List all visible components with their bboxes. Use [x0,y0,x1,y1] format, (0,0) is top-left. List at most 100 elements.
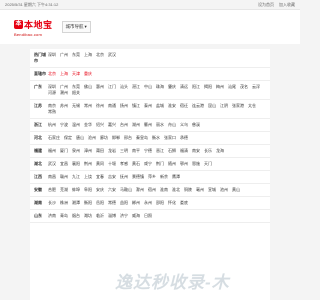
city-link[interactable]: 保定 [64,135,72,141]
city-link[interactable]: 上海 [84,52,92,64]
city-link[interactable]: 恩施 [192,161,200,167]
city-link[interactable]: 宿迁 [180,103,188,109]
city-link[interactable]: 常熟 [48,109,56,115]
city-link[interactable]: 泰州 [144,103,152,109]
city-link[interactable]: 茂名 [240,84,248,90]
city-link[interactable]: 廊坊 [100,135,108,141]
city-link[interactable]: 北京 [48,71,56,77]
city-link[interactable]: 鄂州 [180,161,188,167]
city-link[interactable]: 沧州 [88,135,96,141]
city-link[interactable]: 娄底 [180,200,188,206]
city-link[interactable]: 烟台 [72,213,80,219]
city-link[interactable]: 泉州 [72,148,80,154]
set-homepage-link[interactable]: 设为首页 [258,0,274,9]
city-link[interactable]: 衢州 [144,122,152,128]
province-label[interactable]: 山东 [34,213,48,219]
city-link[interactable]: 福清 [180,148,188,154]
city-link[interactable]: 韶关 [72,90,80,96]
city-link[interactable]: 邵阳 [156,200,164,206]
city-link[interactable]: 鹰潭 [172,174,180,180]
city-link[interactable]: 上饶 [84,174,92,180]
city-link[interactable]: 天门 [204,161,212,167]
city-link[interactable]: 汕尾 [228,84,236,90]
province-label[interactable]: 广东 [34,84,48,96]
city-link[interactable]: 襄阳 [72,161,80,167]
logo[interactable]: 本 本地宝 Bendibao.com [14,18,53,37]
city-link[interactable]: 株洲 [60,200,68,206]
city-link[interactable]: 潍坊 [84,213,92,219]
city-link[interactable]: 吉安 [108,174,116,180]
city-link[interactable]: 昆山 [208,103,216,109]
city-link[interactable]: 邢台 [124,135,132,141]
city-link[interactable]: 台州 [120,122,128,128]
city-link[interactable]: 慈溪 [192,122,200,128]
city-link[interactable]: 六安 [108,187,116,193]
city-link[interactable]: 珠海 [156,84,164,90]
city-link[interactable]: 漳州 [84,148,92,154]
city-link[interactable]: 承德 [180,135,188,141]
city-link[interactable]: 广州 [60,52,68,64]
city-link[interactable]: 金华 [84,122,92,128]
city-link[interactable]: 湘潭 [72,200,80,206]
city-link[interactable]: 萍乡 [148,174,156,180]
province-label[interactable]: 河北 [34,135,48,141]
city-link[interactable]: 云浮 [252,84,260,90]
city-link[interactable]: 湛江 [132,84,140,90]
city-link[interactable]: 济南 [48,213,56,219]
city-link[interactable]: 厦门 [60,148,68,154]
city-link[interactable]: 义乌 [180,122,188,128]
city-link[interactable]: 杭州 [48,122,56,128]
city-link[interactable]: 岳阳 [96,200,104,206]
city-link[interactable]: 淮南 [160,187,168,193]
city-link[interactable]: 日照 [144,213,152,219]
city-link[interactable]: 常州 [84,103,92,109]
city-link[interactable]: 景德镇 [132,174,144,180]
city-link[interactable]: 宣城 [208,187,216,193]
city-link[interactable]: 绍兴 [96,122,104,128]
city-link[interactable]: 无锡 [72,103,80,109]
city-link[interactable]: 合肥 [48,187,56,193]
city-link[interactable]: 邯郸 [112,135,120,141]
city-link[interactable]: 肇庆 [168,84,176,90]
city-link[interactable]: 常德 [108,200,116,206]
city-link[interactable]: 赣州 [60,174,68,180]
city-link[interactable]: 南平 [132,148,140,154]
city-link[interactable]: 亳州 [196,187,204,193]
city-link[interactable]: 连云港 [192,103,204,109]
city-link[interactable]: 黄山 [232,187,240,193]
city-link[interactable]: 龙海 [216,148,224,154]
city-link[interactable]: 临沂 [96,213,104,219]
city-link[interactable]: 九江 [72,174,80,180]
city-link[interactable]: 安庆 [96,187,104,193]
city-link[interactable]: 十堰 [108,161,116,167]
city-link[interactable]: 滁州 [136,187,144,193]
city-link[interactable]: 宜春 [96,174,104,180]
city-link[interactable]: 衡阳 [84,200,92,206]
city-link[interactable]: 孝感 [120,161,128,167]
province-label[interactable]: 江苏 [34,103,48,115]
city-link[interactable]: 郴州 [132,200,140,206]
city-link[interactable]: 揭阳 [204,84,212,90]
city-link[interactable]: 宿州 [148,187,156,193]
province-label[interactable]: 福建 [34,148,48,154]
city-link[interactable]: 黄石 [132,161,140,167]
city-link[interactable]: 潮州 [60,90,68,96]
city-link[interactable]: 天津 [72,71,80,77]
city-link[interactable]: 清远 [180,84,188,90]
city-link[interactable]: 嘉兴 [108,122,116,128]
city-link[interactable]: 南昌 [48,174,56,180]
city-link[interactable]: 青岛 [60,213,68,219]
city-link[interactable]: 莆田 [96,148,104,154]
city-link[interactable]: 龙岩 [108,148,116,154]
city-link[interactable]: 河源 [48,90,56,96]
city-link[interactable]: 江阴 [220,103,228,109]
add-favorite-link[interactable]: 加入收藏 [279,0,295,9]
city-link[interactable]: 唐山 [76,135,84,141]
city-link[interactable]: 秦皇岛 [136,135,148,141]
city-link[interactable]: 益阳 [120,200,128,206]
city-link[interactable]: 武汉 [108,52,116,64]
city-link[interactable]: 盐城 [156,103,164,109]
city-link[interactable]: 南通 [108,103,116,109]
city-link[interactable]: 张家口 [164,135,176,141]
city-link[interactable]: 张家港 [232,103,244,109]
